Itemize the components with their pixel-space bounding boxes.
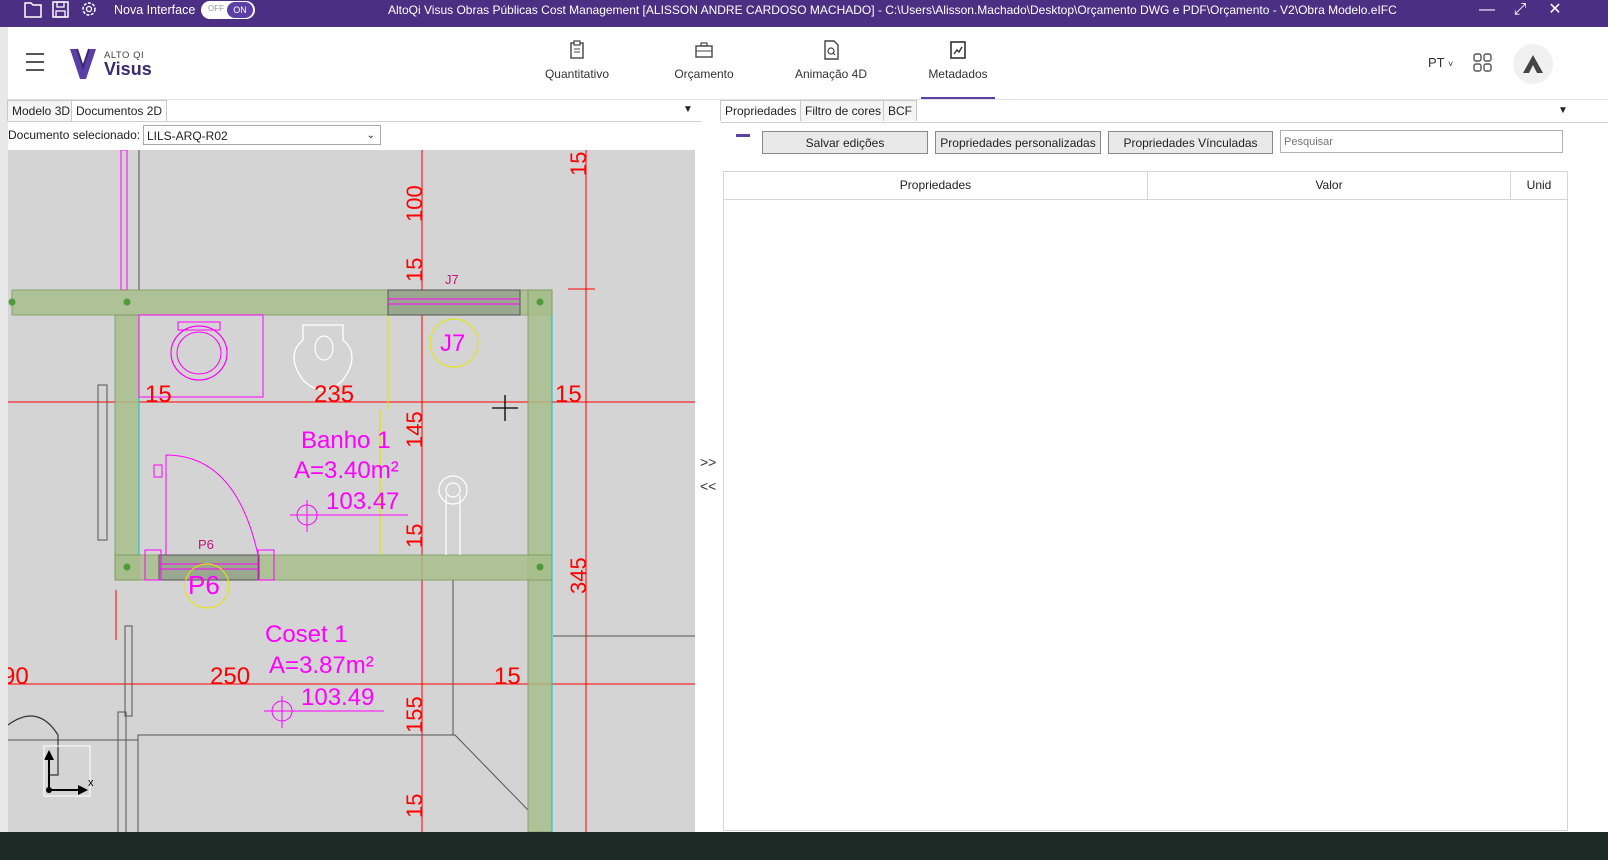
room-level: 103.47: [326, 488, 399, 515]
custom-properties-button[interactable]: Propriedades personalizadas: [935, 131, 1101, 154]
chevron-down-icon: ⌄: [366, 130, 375, 141]
column-unid[interactable]: Unid: [1511, 172, 1567, 199]
dim-label: 15: [555, 381, 582, 408]
tab-metadados-label: Metadados: [928, 67, 988, 81]
tab-documentos-2d[interactable]: Documentos 2D: [71, 100, 168, 121]
tab-orcamento-label: Orçamento: [674, 67, 734, 81]
tab-orcamento[interactable]: Orçamento: [672, 35, 736, 97]
avatar[interactable]: [1513, 44, 1553, 84]
column-valor[interactable]: Valor: [1148, 172, 1511, 199]
dim-label: 15: [402, 258, 427, 282]
minimize-button[interactable]: —: [1474, 0, 1500, 20]
clipboard-icon: [570, 40, 584, 59]
room-level: 103.49: [301, 684, 374, 711]
tab-animacao-4d-label: Animação 4D: [794, 67, 868, 81]
close-button[interactable]: ✕: [1542, 0, 1568, 20]
door-tag: P6: [188, 570, 220, 600]
toggle-off-label: OFF: [208, 4, 224, 13]
chevron-down-icon: ˅: [1448, 59, 1454, 69]
save-edits-button[interactable]: Salvar edições: [762, 131, 928, 154]
search-input[interactable]: [1280, 130, 1563, 153]
tab-filtro-de-cores[interactable]: Filtro de cores: [800, 100, 887, 121]
window-tag: J7: [440, 330, 465, 357]
floor-plan-drawing[interactable]: x 15 100 15 15 235 15 145 15 345 90 250 …: [8, 150, 695, 832]
tab-propriedades[interactable]: Propriedades: [720, 100, 802, 121]
properties-grid[interactable]: Propriedades Valor Unid: [723, 171, 1568, 831]
expand-panel-button[interactable]: >>: [700, 450, 716, 474]
tab-quantitativo[interactable]: Quantitativo: [542, 35, 612, 97]
tab-modelo-3d[interactable]: Modelo 3D: [7, 100, 76, 121]
taskbar: [0, 832, 1608, 860]
window-tag-small: J7: [445, 272, 459, 287]
door-tag-small: P6: [198, 537, 214, 552]
gear-icon[interactable]: [78, 0, 100, 20]
chart-document-icon: [950, 41, 966, 59]
dim-label: 100: [402, 185, 427, 222]
tab-quantitativo-label: Quantitativo: [544, 67, 610, 81]
briefcase-icon: [695, 42, 713, 58]
window-title: AltoQi Visus Obras Públicas Cost Managem…: [388, 3, 1397, 17]
nova-interface-label: Nova Interface: [114, 3, 196, 17]
language-selector[interactable]: PT ˅: [1428, 55, 1453, 70]
dim-label: 15: [494, 663, 521, 690]
tab-animacao-4d[interactable]: Animação 4D: [793, 35, 869, 97]
left-panel-menu-icon[interactable]: ▼: [683, 104, 693, 115]
document-selected-label: Documento selecionado:: [8, 128, 141, 142]
room-name: Banho 1: [301, 427, 390, 454]
document-search-icon: [824, 40, 839, 60]
axis-x-label: x: [88, 777, 94, 789]
right-panel-tabs: Propriedades Filtro de cores BCF ▼: [720, 100, 1608, 123]
room-name: Coset 1: [265, 621, 348, 648]
document-select[interactable]: LILS-ARQ-R02 ⌄: [143, 125, 381, 145]
left-panel-tabs: Modelo 3D Documentos 2D ▼: [7, 100, 702, 122]
dim-label: 155: [402, 696, 427, 733]
panel-splitter: >> <<: [700, 450, 716, 498]
altoqi-avatar-icon: [1523, 55, 1543, 73]
right-panel-menu-icon[interactable]: ▼: [1558, 105, 1568, 116]
collapse-minus-icon[interactable]: [736, 134, 750, 137]
drawing-viewport[interactable]: x 15 100 15 15 235 15 145 15 345 90 250 …: [8, 150, 695, 832]
apps-grid-icon[interactable]: [1473, 53, 1493, 73]
dim-label: 15: [402, 794, 427, 818]
dim-label: 90: [8, 663, 29, 690]
tab-bcf[interactable]: BCF: [883, 100, 917, 121]
dim-label: 250: [210, 663, 250, 690]
maximize-button[interactable]: ⤢: [1507, 0, 1533, 20]
tab-metadados[interactable]: Metadados: [921, 35, 995, 99]
logo-visus-text: Visus: [104, 59, 152, 79]
dim-label: 15: [402, 524, 427, 548]
visus-logo-icon: [70, 48, 96, 79]
folder-icon[interactable]: [22, 0, 44, 20]
room-area: A=3.40m²: [294, 457, 399, 484]
nova-interface-toggle[interactable]: OFF ON: [201, 1, 255, 19]
dim-label: 235: [314, 381, 354, 408]
dim-label: 15: [145, 381, 172, 408]
collapse-panel-button[interactable]: <<: [700, 474, 716, 498]
dim-label: 145: [402, 411, 427, 448]
room-area: A=3.87m²: [269, 652, 374, 679]
save-icon[interactable]: [50, 0, 72, 20]
document-select-value: LILS-ARQ-R02: [147, 129, 228, 143]
column-propriedades[interactable]: Propriedades: [724, 172, 1148, 199]
dim-label: 15: [566, 152, 591, 176]
toggle-on-label: ON: [227, 2, 253, 18]
language-label: PT: [1428, 55, 1445, 70]
left-edge-strip: [0, 27, 8, 832]
dim-label: 345: [566, 557, 591, 594]
title-bar: Nova Interface OFF ON AltoQi Visus Obras…: [0, 0, 1608, 27]
app-header: ALTO QI Visus Quantitativo Orçamento Ani…: [8, 27, 1608, 100]
hamburger-menu-icon[interactable]: [26, 53, 44, 77]
linked-properties-button[interactable]: Propriedades Vínculadas: [1108, 131, 1273, 154]
grid-header: Propriedades Valor Unid: [724, 172, 1567, 200]
